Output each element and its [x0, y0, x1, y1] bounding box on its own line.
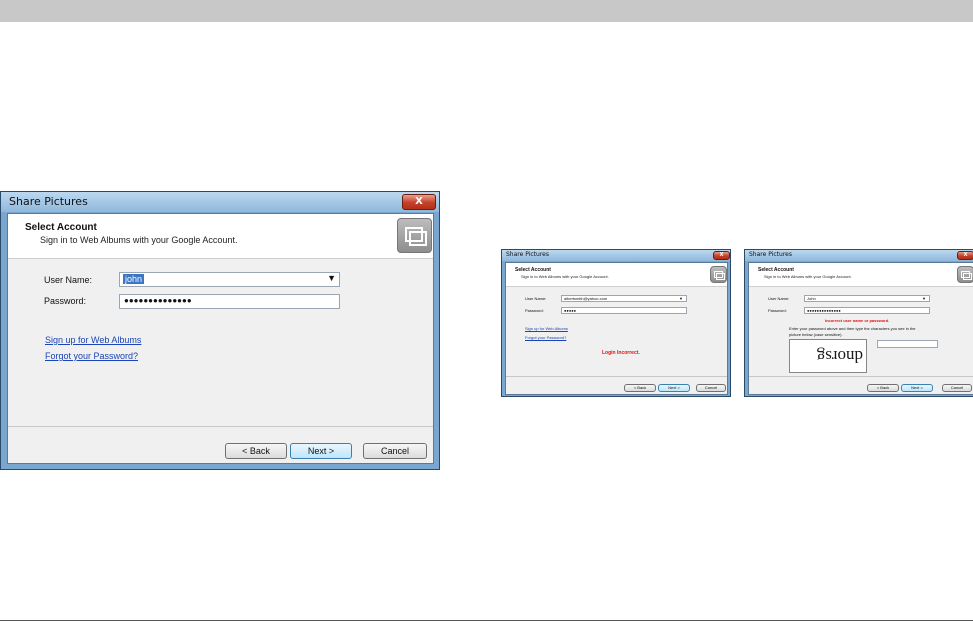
next-button-label: Next >	[911, 385, 923, 390]
pictures-icon	[710, 266, 727, 283]
close-icon: X	[719, 252, 724, 258]
close-button[interactable]: X	[957, 251, 973, 260]
next-button-label: Next >	[307, 446, 335, 456]
user-name-combobox[interactable]: albertsmith@yahoo.com ▼	[561, 295, 687, 302]
back-button[interactable]: < Back	[624, 384, 656, 392]
dialog-header: Select Account Sign in to Web Albums wit…	[506, 263, 727, 287]
close-icon: X	[415, 196, 423, 207]
forgot-password-link[interactable]: Forgot your Password?	[525, 335, 566, 340]
password-label: Password:	[44, 296, 87, 306]
chevron-down-icon[interactable]: ▼	[327, 273, 336, 283]
pictures-icon	[957, 266, 973, 283]
back-button-label: < Back	[876, 385, 890, 390]
dialog-header: Select Account Sign in to Web Albums wit…	[8, 214, 433, 259]
footer-divider	[506, 376, 727, 377]
cancel-button-label: Cancel	[704, 385, 718, 390]
cancel-button[interactable]: Cancel	[696, 384, 726, 392]
user-name-value: John	[807, 296, 816, 301]
dialog-client-area: Select Account Sign in to Web Albums wit…	[748, 262, 973, 395]
back-button[interactable]: < Back	[225, 443, 287, 459]
page-top-bar	[0, 0, 973, 22]
dialog-client-area: Select Account Sign in to Web Albums wit…	[7, 213, 434, 464]
error-message: Login Incorrect.	[602, 350, 640, 356]
cancel-button-label: Cancel	[380, 446, 409, 456]
password-value: ●●●●●●●●●●●●●●	[807, 308, 841, 313]
page-bottom-rule	[0, 620, 973, 621]
header-title: Select Account	[25, 222, 97, 233]
next-button-label: Next >	[668, 385, 680, 390]
back-button-label: < Back	[242, 446, 270, 456]
close-icon: X	[963, 252, 968, 258]
dialog-header: Select Account Sign in to Web Albums wit…	[749, 263, 973, 287]
footer-divider	[749, 376, 973, 377]
header-title: Select Account	[758, 267, 794, 273]
close-button[interactable]: X	[713, 251, 730, 260]
pictures-icon	[397, 218, 432, 253]
header-subtitle: Sign in to Web Albums with your Google A…	[764, 274, 852, 279]
back-button-label: < Back	[633, 385, 647, 390]
signup-link[interactable]: Sign up for Web Albums	[525, 326, 568, 331]
header-subtitle: Sign in to Web Albums with your Google A…	[521, 274, 609, 279]
title-bar[interactable]: Share Pictures X	[745, 250, 973, 261]
password-field[interactable]: ●●●●●	[561, 307, 687, 314]
password-field[interactable]: ●●●●●●●●●●●●●●	[119, 294, 340, 309]
cancel-button[interactable]: Cancel	[942, 384, 972, 392]
captcha-instructions-line-1: Enter your password above and then type …	[789, 326, 916, 331]
password-label: Password:	[525, 308, 544, 313]
signup-link[interactable]: Sign up for Web Albums	[45, 335, 141, 345]
close-button[interactable]: X	[402, 194, 436, 210]
header-title: Select Account	[515, 267, 551, 273]
share-pictures-dialog-captcha: Share Pictures X Select Account Sign in …	[744, 249, 973, 397]
title-bar[interactable]: Share Pictures X	[1, 192, 439, 212]
share-pictures-dialog: Share Pictures X Select Account Sign in …	[0, 191, 440, 470]
forgot-password-link[interactable]: Forgot your Password?	[45, 351, 138, 361]
user-name-label: User Name:	[44, 275, 93, 285]
chevron-down-icon[interactable]: ▼	[679, 296, 683, 301]
user-name-combobox[interactable]: john ▼	[119, 272, 340, 287]
captcha-input[interactable]	[877, 340, 938, 348]
password-label: Password:	[768, 308, 787, 313]
user-name-value: john	[123, 274, 145, 284]
share-pictures-dialog-login-incorrect: Share Pictures X Select Account Sign in …	[501, 249, 731, 397]
next-button[interactable]: Next >	[901, 384, 933, 392]
captcha-image-graphic: dnorsg	[816, 347, 863, 366]
captcha-instructions-line-2: picture below (case sensitive).	[789, 332, 843, 337]
header-subtitle: Sign in to Web Albums with your Google A…	[40, 235, 238, 245]
cancel-button[interactable]: Cancel	[363, 443, 427, 459]
footer-divider	[8, 426, 433, 427]
password-field[interactable]: ●●●●●●●●●●●●●●	[804, 307, 930, 314]
user-name-combobox[interactable]: John ▼	[804, 295, 930, 302]
cancel-button-label: Cancel	[950, 385, 964, 390]
window-title: Share Pictures	[506, 251, 549, 258]
password-value: ●●●●●	[564, 308, 577, 313]
error-message: Incorrect user name or password.	[825, 318, 890, 323]
captcha-text: dnorsg	[816, 347, 863, 366]
back-button[interactable]: < Back	[867, 384, 899, 392]
window-title: Share Pictures	[9, 195, 88, 208]
user-name-label: User Name:	[768, 296, 790, 301]
next-button[interactable]: Next >	[658, 384, 690, 392]
user-name-label: User Name:	[525, 296, 547, 301]
next-button[interactable]: Next >	[290, 443, 352, 459]
user-name-value: albertsmith@yahoo.com	[564, 296, 608, 301]
window-title: Share Pictures	[749, 251, 792, 258]
captcha-image: dnorsg	[789, 339, 867, 373]
title-bar[interactable]: Share Pictures X	[502, 250, 730, 261]
chevron-down-icon[interactable]: ▼	[922, 296, 926, 301]
dialog-client-area: Select Account Sign in to Web Albums wit…	[505, 262, 728, 395]
password-value: ●●●●●●●●●●●●●●	[124, 296, 192, 305]
